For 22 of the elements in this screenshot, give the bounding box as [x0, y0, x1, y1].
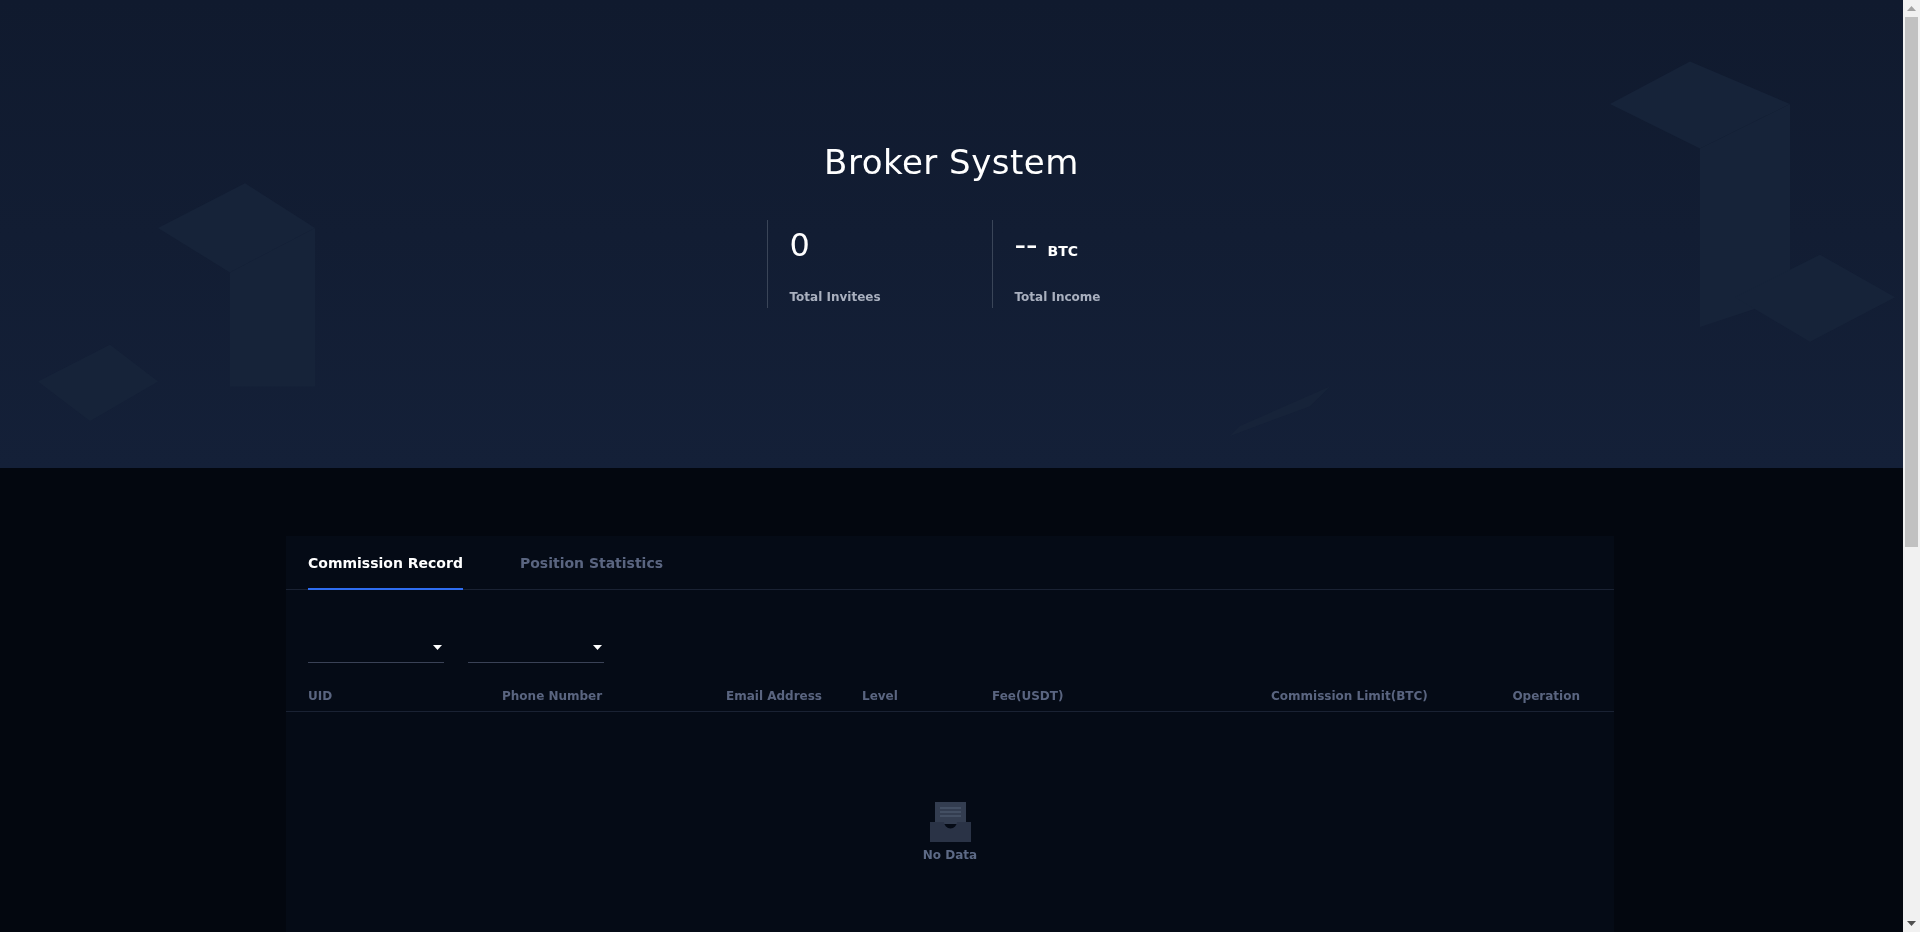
stat-unit: BTC: [1047, 243, 1079, 259]
caret-icon: [433, 645, 442, 651]
stat-label: Total Income: [1014, 290, 1102, 304]
scrollbar-thumb[interactable]: [1905, 17, 1918, 547]
empty-inbox-icon: [929, 801, 971, 842]
stat-label: Total Invitees: [789, 290, 882, 304]
column-header: Commission Limit(BTC): [1271, 688, 1429, 703]
column-header: Level: [862, 688, 899, 703]
column-header: Phone Number: [502, 688, 604, 703]
tab[interactable]: Commission Record: [308, 535, 463, 590]
column-header: Fee(USDT): [992, 688, 1065, 703]
scroll-up-icon[interactable]: [1907, 6, 1916, 11]
empty-state-text: No Data: [922, 847, 978, 862]
page-title: Broker System: [824, 142, 1079, 182]
scrollbar[interactable]: [1903, 0, 1920, 932]
column-header: UID: [308, 688, 334, 703]
scroll-down-icon[interactable]: [1907, 921, 1916, 926]
column-header: Operation: [1512, 688, 1580, 703]
column-header: Email Address: [726, 688, 823, 703]
stat-value: 0: [789, 226, 810, 264]
stat-value: --: [1014, 226, 1038, 264]
caret-icon: [593, 645, 602, 651]
